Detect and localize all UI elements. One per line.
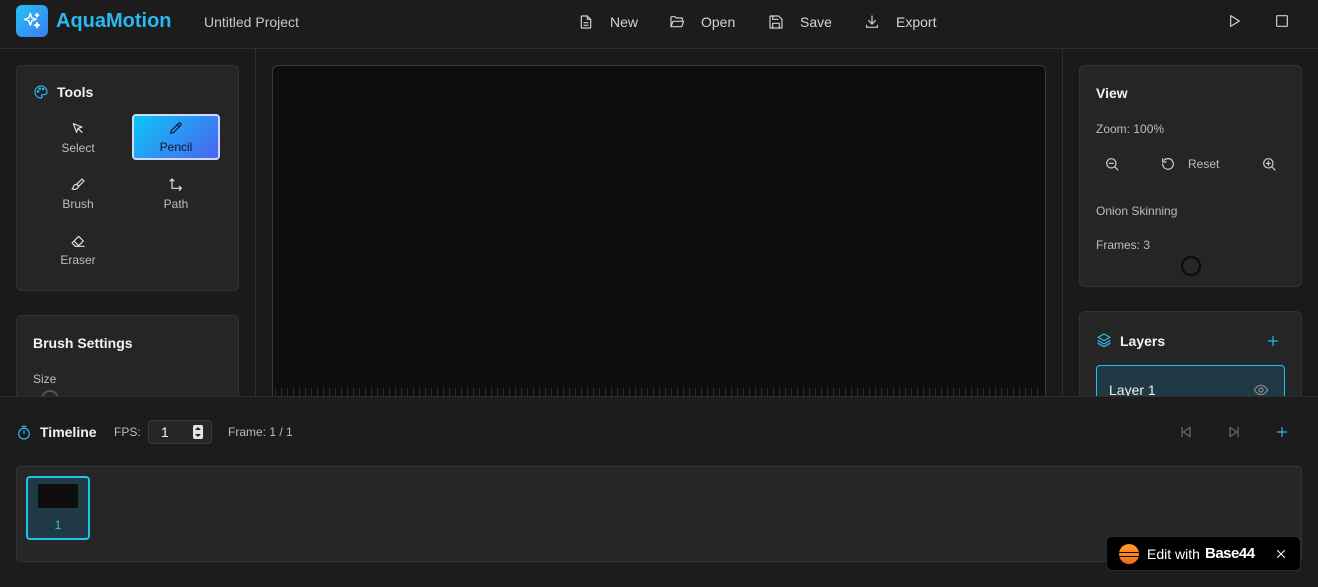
play-icon	[1226, 13, 1242, 29]
path-icon	[168, 177, 184, 193]
play-button[interactable]	[1226, 13, 1242, 29]
add-frame-button[interactable]	[1274, 424, 1290, 440]
edit-with-base44-badge[interactable]: Edit with Base44	[1106, 536, 1301, 571]
tool-select-label: Select	[61, 141, 95, 155]
onion-skinning-toggle[interactable]	[1264, 214, 1286, 228]
fps-label: FPS:	[114, 425, 141, 439]
canvas-area	[256, 49, 1062, 396]
eye-icon[interactable]	[1253, 382, 1269, 396]
file-icon	[578, 14, 594, 30]
right-sidebar: View Zoom: 100% Reset Onion Skinning Fra…	[1062, 49, 1318, 396]
size-label: Size	[33, 372, 57, 386]
base44-logo-icon	[1119, 544, 1139, 564]
frame-counter: Frame: 1 / 1	[228, 425, 293, 439]
tool-pencil[interactable]: Pencil	[132, 114, 220, 160]
plus-icon	[1274, 424, 1290, 440]
badge-text: Edit with	[1147, 546, 1200, 562]
view-title: View	[1096, 85, 1128, 101]
save-button[interactable]: Save	[768, 12, 832, 32]
add-layer-button[interactable]	[1265, 333, 1281, 349]
layers-title: Layers	[1120, 333, 1166, 349]
layer-item[interactable]: Layer 1	[1096, 365, 1285, 396]
canvas-ruler	[275, 388, 1043, 396]
zoom-label: Zoom: 100%	[1096, 122, 1165, 136]
onion-frames-label: Frames: 3	[1096, 238, 1151, 252]
frame-thumbnail[interactable]: 1	[26, 476, 90, 540]
reset-zoom-button[interactable]: Reset	[1160, 156, 1219, 172]
fps-value: 1	[161, 424, 169, 440]
app-name: AquaMotion	[56, 10, 172, 32]
skip-forward-icon	[1226, 424, 1242, 440]
layers-panel: Layers Layer 1	[1079, 311, 1302, 396]
brush-settings-title: Brush Settings	[33, 335, 133, 351]
new-label: New	[610, 14, 639, 30]
stop-icon	[1274, 13, 1290, 29]
frame-preview	[38, 484, 78, 508]
export-label: Export	[896, 14, 937, 30]
frame-number: 1	[54, 518, 62, 532]
brush-settings-panel: Brush Settings Size	[16, 315, 239, 396]
reset-icon	[1160, 156, 1176, 172]
new-button[interactable]: New	[578, 12, 638, 32]
tool-path-label: Path	[163, 197, 189, 211]
stop-button[interactable]	[1274, 13, 1290, 29]
first-frame-button[interactable]	[1178, 424, 1194, 440]
palette-icon	[33, 84, 49, 100]
view-panel: View Zoom: 100% Reset Onion Skinning Fra…	[1079, 65, 1302, 287]
project-name[interactable]: Untitled Project	[204, 14, 299, 30]
reset-label: Reset	[1188, 157, 1220, 171]
close-icon[interactable]	[1274, 547, 1288, 561]
save-icon	[768, 14, 784, 30]
last-frame-button[interactable]	[1226, 424, 1242, 440]
folder-open-icon	[669, 14, 685, 30]
tools-title: Tools	[57, 84, 94, 100]
brush-icon	[70, 177, 86, 193]
onion-frames-slider-thumb[interactable]	[1181, 256, 1201, 276]
sparkles-icon	[22, 11, 42, 31]
download-icon	[864, 14, 880, 30]
layer-name: Layer 1	[1109, 382, 1156, 396]
fps-input[interactable]: 1	[148, 420, 212, 444]
cursor-icon	[70, 121, 86, 137]
zoom-out-button[interactable]	[1104, 156, 1120, 172]
tools-panel: Tools Select Pencil Brush Path Eraser	[16, 65, 239, 291]
left-sidebar: Tools Select Pencil Brush Path Eraser Br…	[0, 49, 256, 396]
zoom-in-button[interactable]	[1261, 156, 1277, 172]
export-button[interactable]: Export	[864, 12, 936, 32]
skip-back-icon	[1178, 424, 1194, 440]
tool-brush-label: Brush	[62, 197, 94, 211]
zoom-in-icon	[1261, 156, 1277, 172]
timeline-title: Timeline	[40, 424, 97, 440]
tool-path[interactable]: Path	[132, 171, 220, 217]
logo	[16, 5, 48, 37]
timer-icon	[16, 425, 32, 441]
drawing-canvas[interactable]	[272, 65, 1046, 396]
tool-brush[interactable]: Brush	[34, 171, 122, 217]
tool-eraser[interactable]: Eraser	[34, 227, 122, 273]
badge-brand: Base44	[1205, 545, 1255, 562]
open-button[interactable]: Open	[669, 12, 735, 32]
open-label: Open	[701, 14, 736, 30]
tool-eraser-label: Eraser	[60, 253, 96, 267]
fps-stepper[interactable]	[193, 425, 203, 439]
save-label: Save	[800, 14, 832, 30]
header: AquaMotion Untitled Project New Open Sav…	[0, 0, 1318, 49]
tool-pencil-label: Pencil	[159, 140, 193, 154]
pencil-icon	[168, 120, 184, 136]
layers-icon	[1096, 332, 1112, 348]
onion-skinning-label: Onion Skinning	[1096, 204, 1178, 218]
tool-select[interactable]: Select	[34, 115, 122, 161]
plus-icon	[1265, 333, 1281, 349]
zoom-out-icon	[1104, 156, 1120, 172]
eraser-icon	[70, 233, 86, 249]
